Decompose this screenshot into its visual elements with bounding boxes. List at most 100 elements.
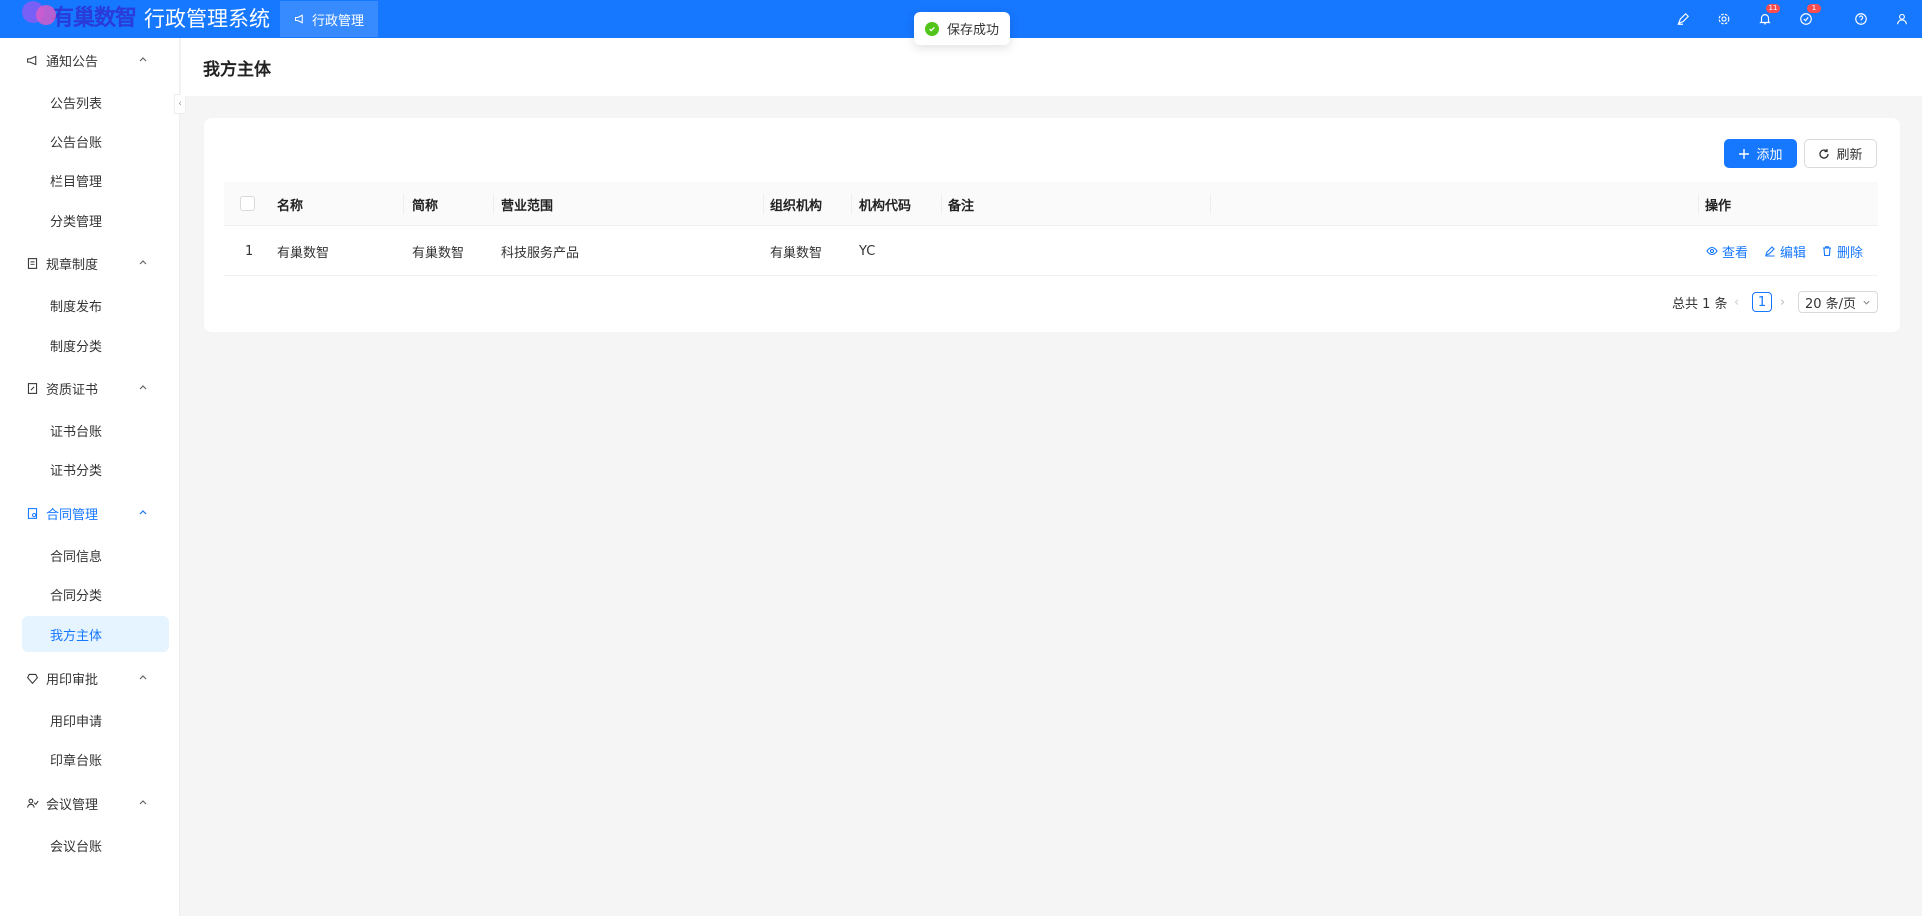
help-button[interactable] — [1840, 0, 1881, 38]
notification-badge: 11 — [1766, 4, 1780, 13]
column-header-actions: 操作 — [1705, 198, 1732, 214]
column-header-organization[interactable]: 组织机构 — [770, 182, 822, 226]
brand-name: 有巢数智 — [52, 6, 137, 31]
table-header: 名称 简称 营业范围 组织机构 机构代码 备注 操作 — [224, 182, 1878, 226]
column-header-short-name[interactable]: 简称 — [412, 182, 438, 226]
cell-name: 有巢数智 — [277, 245, 330, 261]
column-divider — [493, 194, 494, 214]
logo-mark-icon — [16, 0, 60, 31]
sidebar-item-notice-ledger[interactable]: 公告台账 — [22, 123, 169, 159]
sidebar-group-label: 合同管理 — [46, 507, 99, 523]
sidebar-item-seal-ledger[interactable]: 印章台账 — [22, 741, 169, 777]
page-title: 我方主体 — [203, 59, 271, 80]
megaphone-icon — [26, 54, 39, 67]
brush-icon — [1677, 12, 1689, 25]
chevron-up-icon — [139, 260, 147, 265]
toast-text: 保存成功 — [947, 23, 1000, 38]
meeting-icon — [26, 797, 39, 810]
sidebar-group-label: 规章制度 — [46, 257, 99, 273]
add-button-label: 添加 — [1756, 148, 1783, 163]
sidebar-collapse-button[interactable]: ‹ — [174, 94, 186, 114]
certificate-icon — [26, 382, 39, 395]
sidebar-item-meeting-ledger[interactable]: 会议台账 — [22, 827, 169, 863]
sidebar-item-certificate-category[interactable]: 证书分类 — [22, 451, 169, 487]
column-divider — [403, 194, 404, 214]
notification-button[interactable]: 11 — [1744, 0, 1785, 38]
column-header-org-code[interactable]: 机构代码 — [859, 182, 911, 226]
tasks-badge: 1 — [1807, 4, 1821, 13]
column-divider — [763, 194, 764, 214]
sidebar-item-column-management[interactable]: 栏目管理 — [22, 162, 169, 198]
sidebar-group-meetings[interactable]: 会议管理 — [0, 783, 170, 823]
bell-icon — [1758, 14, 1771, 25]
sidebar-item-certificate-ledger[interactable]: 证书台账 — [22, 412, 169, 448]
column-divider — [941, 194, 942, 214]
chevron-up-icon — [139, 510, 147, 515]
trash-icon — [1823, 246, 1831, 257]
tasks-button[interactable]: 1 — [1785, 0, 1826, 38]
refresh-button[interactable]: 刷新 — [1804, 139, 1877, 168]
sidebar-group-label: 通知公告 — [46, 54, 99, 70]
page-size-select[interactable]: 20 条/页 — [1798, 291, 1878, 313]
view-link-label: 查看 — [1722, 245, 1749, 261]
chevron-up-icon — [139, 675, 147, 680]
sidebar-item-seal-request[interactable]: 用印申请 — [22, 702, 169, 738]
pagination-current-page[interactable]: 1 — [1752, 292, 1772, 312]
view-link[interactable]: 查看 — [1706, 226, 1748, 276]
table-row: 1 有巢数智 有巢数智 科技服务产品 有巢数智 YC 查看 编辑 删除 — [224, 226, 1878, 276]
cell-business-scope: 科技服务产品 — [501, 245, 580, 261]
cell-short-name: 有巢数智 — [412, 245, 465, 261]
eye-icon — [1706, 246, 1718, 256]
brush-button[interactable] — [1662, 0, 1703, 38]
document-icon — [26, 257, 39, 270]
sidebar-group-label: 用印审批 — [46, 672, 99, 688]
cell-org-code: YC — [859, 243, 876, 259]
sidebar-group-notices[interactable]: 通知公告 — [0, 40, 170, 80]
sidebar-item-contract-info[interactable]: 合同信息 — [22, 537, 169, 573]
chevron-up-icon — [139, 57, 147, 62]
top-toolbar: 11 1 — [1662, 0, 1922, 38]
contract-icon — [26, 507, 39, 520]
select-all-checkbox[interactable] — [240, 196, 255, 211]
sidebar-group-label: 资质证书 — [46, 382, 99, 398]
sidebar-item-contract-category[interactable]: 合同分类 — [22, 576, 169, 612]
sidebar-item-our-entities[interactable]: 我方主体 — [22, 616, 169, 652]
sidebar-group-seal-approval[interactable]: 用印审批 — [0, 658, 170, 698]
delete-link[interactable]: 删除 — [1821, 226, 1863, 276]
edit-link-label: 编辑 — [1780, 245, 1807, 261]
sidebar-item-notice-list[interactable]: 公告列表 — [22, 84, 169, 120]
settings-button[interactable] — [1703, 0, 1744, 38]
pencil-icon — [1765, 246, 1775, 257]
sidebar-item-regulation-category[interactable]: 制度分类 — [22, 327, 169, 363]
sidebar: ‹ 通知公告 公告列表 公告台账 栏目管理 分类管理 规章制度 制度发布 制度分… — [0, 38, 186, 916]
add-button[interactable]: 添加 — [1724, 139, 1797, 168]
sidebar-group-label: 会议管理 — [46, 797, 99, 813]
edit-link[interactable]: 编辑 — [1764, 226, 1806, 276]
success-toast: 保存成功 — [914, 12, 1011, 45]
sidebar-item-category-management[interactable]: 分类管理 — [22, 202, 169, 238]
delete-link-label: 删除 — [1837, 245, 1864, 261]
app-title: 行政管理系统 — [144, 7, 271, 31]
column-header-name[interactable]: 名称 — [277, 182, 303, 226]
logo[interactable]: 有巢数智 行政管理系统 — [0, 0, 270, 38]
sidebar-group-contracts[interactable]: 合同管理 — [0, 493, 170, 533]
tab-admin[interactable]: 行政管理 — [280, 1, 379, 37]
pagination-prev-button[interactable]: ‹ — [1734, 290, 1739, 314]
user-button[interactable] — [1881, 0, 1922, 38]
column-header-business-scope[interactable]: 营业范围 — [501, 182, 553, 226]
megaphone-icon — [294, 14, 303, 24]
tab-admin-label: 行政管理 — [312, 13, 365, 29]
question-icon — [1854, 13, 1867, 25]
cell-organization: 有巢数智 — [770, 245, 823, 261]
pagination-total: 总共 1 条 — [1672, 296, 1728, 312]
gear-icon — [1718, 13, 1729, 25]
column-header-remark[interactable]: 备注 — [948, 182, 974, 226]
pagination-next-button[interactable]: › — [1780, 290, 1785, 314]
seal-icon — [26, 672, 39, 685]
main-card: 添加 刷新 名称 简称 营业范围 组织机构 机构代码 备注 操作 1 有巢数智 … — [204, 118, 1900, 332]
plus-icon — [1739, 148, 1750, 159]
sidebar-group-certificates[interactable]: 资质证书 — [0, 368, 170, 408]
refresh-icon — [1819, 148, 1830, 159]
sidebar-group-regulations[interactable]: 规章制度 — [0, 243, 170, 283]
sidebar-item-regulation-publish[interactable]: 制度发布 — [22, 287, 169, 323]
